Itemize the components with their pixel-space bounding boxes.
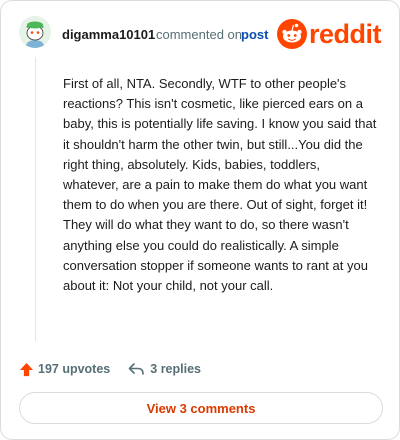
reddit-logo[interactable]: reddit bbox=[277, 18, 385, 50]
reply-arrow-icon bbox=[128, 363, 145, 375]
upvote-arrow-icon bbox=[19, 362, 34, 376]
post-link[interactable]: post bbox=[241, 27, 268, 42]
upvote-count: 197 upvotes bbox=[38, 362, 111, 376]
replies-count: 3 replies bbox=[150, 362, 201, 376]
view-comments-button[interactable]: View 3 comments bbox=[19, 392, 383, 424]
snoo-avatar-icon bbox=[19, 16, 51, 48]
comment-actions: 197 upvotes 3 replies bbox=[19, 359, 201, 379]
reddit-wordmark: reddit bbox=[309, 19, 382, 49]
thread-line[interactable] bbox=[35, 57, 36, 341]
comment-card: digamma10101 commented on post reddit Fi… bbox=[0, 0, 400, 440]
comment-body: First of all, NTA. Secondly, WTF to othe… bbox=[63, 76, 377, 294]
upvote-button[interactable]: 197 upvotes bbox=[19, 362, 110, 377]
reddit-snoo-icon bbox=[277, 19, 307, 49]
username[interactable]: digamma10101 bbox=[62, 27, 155, 42]
replies-button[interactable]: 3 replies bbox=[128, 362, 201, 376]
avatar[interactable] bbox=[19, 16, 51, 48]
commented-on-text: commented on bbox=[156, 27, 242, 42]
